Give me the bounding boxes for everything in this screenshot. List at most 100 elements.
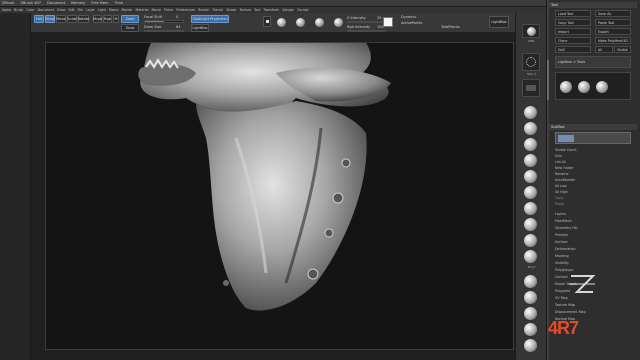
subtool-item[interactable]: New Folder (555, 166, 573, 170)
menu-movie[interactable]: Movie (151, 8, 160, 12)
focal-shift-slider[interactable] (144, 20, 184, 23)
tool-thumb-3-icon[interactable] (596, 81, 608, 93)
menu-fibermesh[interactable]: FiberMesh (555, 219, 572, 223)
zsub-button[interactable]: Zsub (121, 24, 139, 32)
menu-masking[interactable]: Masking (555, 254, 569, 258)
zadd-button[interactable]: Zadd (121, 15, 139, 23)
menu-render[interactable]: Render (198, 8, 209, 12)
tool-thumb-2-icon[interactable] (578, 81, 590, 93)
alpha-sphere-icon[interactable] (315, 18, 324, 27)
tool-header[interactable]: Tool (549, 2, 637, 8)
menu-visibility[interactable]: Visibility (555, 261, 569, 265)
dynamic-label[interactable]: Dynamic (401, 15, 416, 19)
lightbox-button[interactable]: LightBox (191, 24, 209, 32)
menu-macro[interactable]: Macro (109, 8, 119, 12)
menu-alpha[interactable]: Alpha (2, 8, 11, 12)
menu-zplugin[interactable]: Zplugin (282, 8, 294, 12)
menu-material[interactable]: Material (136, 8, 149, 12)
menu-draw[interactable]: Draw (57, 8, 65, 12)
color-swatch[interactable] (383, 17, 393, 27)
scale-button[interactable]: Scale (67, 15, 77, 23)
xpose-sphere-icon[interactable] (524, 218, 537, 231)
lightbox-tools-button[interactable]: Lightbox > Tools (555, 56, 631, 68)
menu-picker[interactable]: Picker (164, 8, 174, 12)
goz-button[interactable]: GoZ (555, 46, 591, 53)
spix-button[interactable] (522, 53, 540, 71)
subtool-item[interactable]: Visible Count (555, 148, 577, 152)
all-button[interactable]: All (595, 46, 613, 53)
menu-texture[interactable]: Texture (239, 8, 251, 12)
floor-sphere-icon[interactable] (524, 170, 537, 183)
bpr-button[interactable] (522, 24, 540, 38)
menu-zscript[interactable]: Zscript (297, 8, 308, 12)
make-polymesh-button[interactable]: Make PolyMesh3D (595, 37, 631, 44)
menu-tool[interactable]: Tool (254, 8, 260, 12)
menu-brush[interactable]: Brush (14, 8, 23, 12)
rotate-button[interactable]: Rotate (78, 15, 89, 23)
paste-tool-button[interactable]: Paste Tool (595, 19, 631, 26)
edit-button[interactable]: Edit (34, 15, 44, 23)
persp-sphere-icon[interactable] (524, 154, 537, 167)
copy-tool-button[interactable]: Copy Tool (555, 19, 591, 26)
palette-scroll-thumb[interactable] (547, 60, 549, 100)
subtool-active-slot[interactable] (555, 132, 631, 144)
scroll-button[interactable] (522, 79, 540, 97)
spotlight-button[interactable]: SpotLight Projection (191, 15, 229, 23)
menu-stroke[interactable]: Stroke (226, 8, 236, 12)
aahalf-sphere-icon[interactable] (524, 138, 537, 151)
menu-geometry-hd[interactable]: Geometry HD (555, 226, 578, 230)
solo-sphere-icon[interactable] (524, 307, 537, 320)
transp-sphere-icon[interactable] (524, 275, 537, 288)
menu-document[interactable]: Document (38, 8, 55, 12)
xyz-sphere-icon[interactable] (524, 323, 537, 336)
lightbox-toggle-button[interactable]: LightBox (489, 16, 509, 28)
material-sphere-icon[interactable] (334, 18, 343, 27)
menu-marker[interactable]: Marker (122, 8, 133, 12)
subtool-header[interactable]: SubTool (549, 124, 637, 130)
m-button[interactable]: M (113, 15, 119, 23)
menu-preview[interactable]: Preview (555, 233, 568, 237)
subtool-item[interactable]: Solo (555, 154, 562, 158)
menu-color[interactable]: Color (26, 8, 34, 12)
actual-sphere-icon[interactable] (524, 122, 537, 135)
subtool-item[interactable]: Rename (555, 172, 569, 176)
tool-thumbnails[interactable] (555, 72, 631, 100)
rotate-sphere-icon[interactable] (524, 339, 537, 352)
load-tool-button[interactable]: Load Tool (555, 10, 591, 17)
menu-layers[interactable]: Layers (555, 212, 566, 216)
menu-transform[interactable]: Transform (263, 8, 279, 12)
menu-surface[interactable]: Surface (555, 240, 568, 244)
subtool-item[interactable]: All Low (555, 184, 567, 188)
stroke-sphere-icon[interactable] (296, 18, 305, 27)
menu-texture-map[interactable]: Texture Map (555, 303, 575, 307)
brush-sphere-icon[interactable] (277, 18, 286, 27)
save-as-button[interactable]: Save As (595, 10, 631, 17)
menu-uv-map[interactable]: UV Map (555, 296, 568, 300)
subtool-item[interactable]: List All (555, 160, 566, 164)
visible-button[interactable]: Visible (614, 46, 631, 53)
menu-deformation[interactable]: Deformation (555, 247, 576, 251)
import-button[interactable]: Import (555, 28, 591, 35)
palette-scrollbar[interactable] (547, 0, 549, 360)
subtool-item[interactable]: All High (555, 190, 568, 194)
menu-edit[interactable]: Edit (68, 8, 74, 12)
mrgb-button[interactable]: Mrgb (93, 15, 102, 23)
draw-size-slider[interactable] (144, 30, 184, 32)
rgb-intensity-slider[interactable] (347, 30, 385, 32)
export-button[interactable]: Export (595, 28, 631, 35)
menu-contact[interactable]: Contact (555, 275, 568, 279)
move-button[interactable]: Move (56, 15, 66, 23)
menu-preferences[interactable]: Preferences (176, 8, 195, 12)
menu-stencil[interactable]: Stencil (213, 8, 224, 12)
viewport-canvas[interactable] (45, 42, 514, 350)
move-sphere-icon[interactable] (524, 250, 537, 263)
clone-button[interactable]: Clone (555, 37, 591, 44)
rgb-button[interactable]: Rgb (103, 15, 112, 23)
subtool-item[interactable]: Paste (555, 202, 564, 206)
ghost-sphere-icon[interactable] (524, 291, 537, 304)
frame-sphere-icon[interactable] (524, 234, 537, 247)
brush-picker[interactable] (263, 16, 271, 27)
draw-button[interactable]: Draw (45, 15, 55, 23)
local-sphere-icon[interactable] (524, 186, 537, 199)
menu-file[interactable]: File (78, 8, 83, 12)
